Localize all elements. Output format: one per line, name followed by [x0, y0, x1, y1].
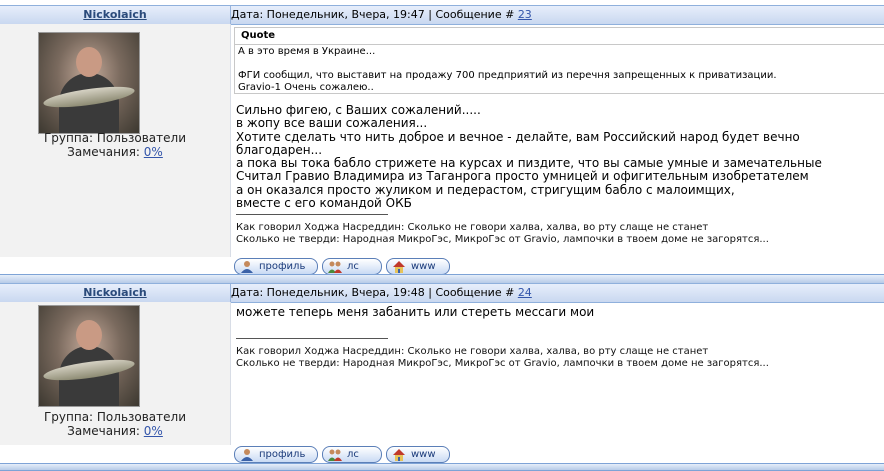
- warnings-link[interactable]: 0%: [144, 145, 163, 159]
- message-body: можете теперь меня забанить или стереть …: [236, 305, 595, 319]
- pm-button[interactable]: лс: [322, 446, 382, 463]
- warnings-label: Замечания:: [67, 424, 144, 438]
- user-info-panel: Группа: Пользователи Замечания: 0%: [0, 302, 231, 445]
- message-body: Сильно фигею, с Ваших сожалений..... в ж…: [236, 103, 884, 211]
- signature: Как говорил Ходжа Насреддин: Сколько не …: [236, 222, 769, 246]
- signature-separator: [236, 214, 388, 215]
- post-meta: Дата: Понедельник, Вчера, 19:48 | Сообще…: [231, 284, 532, 302]
- www-button[interactable]: www: [386, 446, 450, 463]
- message-line: Хотите сделать что нить доброе и вечное …: [236, 129, 800, 157]
- profile-button[interactable]: профиль: [234, 258, 318, 275]
- quote-block: Quote А в это время в Украине... ФГИ соо…: [234, 27, 884, 94]
- message-line: а он оказался просто жуликом и педерасто…: [236, 182, 735, 197]
- message-line: можете теперь меня забанить или стереть …: [236, 305, 595, 319]
- pm-button[interactable]: лс: [322, 258, 382, 275]
- message-line: а пока вы тока бабло стрижете на курсах …: [236, 156, 822, 171]
- users-icon: [328, 449, 342, 461]
- user-group: Группа: Пользователи: [43, 131, 187, 145]
- post-header: Nickolaich Дата: Понедельник, Вчера, 19:…: [0, 5, 884, 25]
- signature: Как говорил Ходжа Насреддин: Сколько не …: [236, 346, 769, 370]
- warnings-label: Замечания:: [67, 145, 144, 159]
- quote-line: ФГИ сообщил, что выставит на продажу 700…: [238, 70, 777, 81]
- message-line: в жопу все ваши сожаления...: [236, 116, 428, 131]
- signature-line: Как говорил Ходжа Насреддин: Сколько не …: [236, 222, 709, 233]
- home-icon: [393, 261, 405, 273]
- home-icon: [393, 449, 405, 461]
- message-line: вместе с его командой ОКБ: [236, 196, 412, 211]
- quote-line: А в это время в Украине...: [238, 46, 376, 57]
- user-info-panel: Группа: Пользователи Замечания: 0%: [0, 24, 231, 257]
- avatar: [38, 32, 140, 134]
- signature-separator: [236, 338, 388, 339]
- signature-line: Как говорил Ходжа Насреддин: Сколько не …: [236, 346, 709, 357]
- message-line: Сильно фигею, с Ваших сожалений.....: [236, 103, 481, 117]
- quote-line: Gravio-1 Очень сожалею..: [238, 82, 374, 93]
- user-icon: [241, 449, 253, 461]
- avatar: [38, 305, 140, 407]
- users-icon: [328, 261, 342, 273]
- message-line: Считал Гравио Владимира из Таганрога про…: [236, 169, 809, 184]
- user-group: Группа: Пользователи: [43, 410, 187, 424]
- warnings-link[interactable]: 0%: [144, 424, 163, 438]
- post-number-link[interactable]: 24: [518, 286, 532, 299]
- signature-line: Сколько не тверди: Народная МикроГэс, Ми…: [236, 234, 769, 245]
- quote-line: [238, 58, 881, 70]
- user-icon: [241, 261, 253, 273]
- signature-line: Сколько не тверди: Народная МикроГэс, Ми…: [236, 358, 769, 369]
- post-header: Nickolaich Дата: Понедельник, Вчера, 19:…: [0, 283, 884, 303]
- author-link[interactable]: Nickolaich: [83, 8, 146, 21]
- post-date: Дата: Понедельник, Вчера, 19:47 | Сообще…: [231, 8, 518, 21]
- post-meta: Дата: Понедельник, Вчера, 19:47 | Сообще…: [231, 6, 532, 24]
- post-divider: [0, 463, 884, 471]
- post-23: Nickolaich Дата: Понедельник, Вчера, 19:…: [0, 0, 884, 279]
- profile-button[interactable]: профиль: [234, 446, 318, 463]
- www-button[interactable]: www: [386, 258, 450, 275]
- post-number-link[interactable]: 23: [518, 8, 532, 21]
- post-date: Дата: Понедельник, Вчера, 19:48 | Сообще…: [231, 286, 518, 299]
- quote-title: Quote: [241, 30, 276, 41]
- author-link[interactable]: Nickolaich: [83, 286, 146, 299]
- post-24: Nickolaich Дата: Понедельник, Вчера, 19:…: [0, 279, 884, 471]
